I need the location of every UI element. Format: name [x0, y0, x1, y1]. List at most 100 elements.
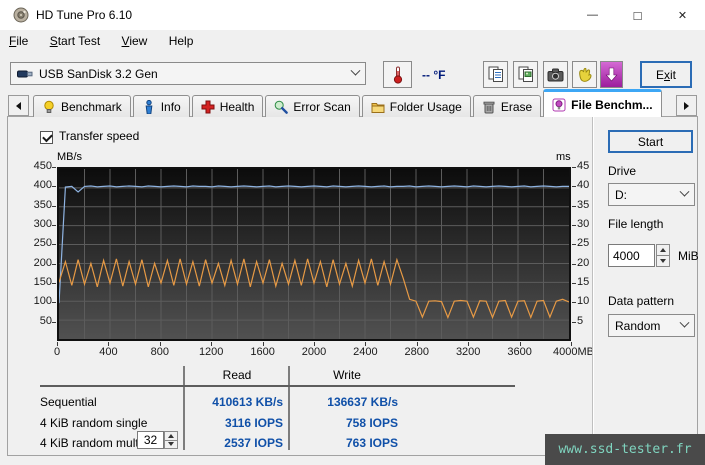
x-axis-label: 2800 [404, 346, 430, 358]
watermark: www.ssd-tester.fr [545, 434, 705, 465]
queue-depth-input[interactable] [137, 431, 164, 449]
y-tick [572, 205, 576, 207]
usb-drive-icon [17, 70, 33, 77]
x-axis-label: 800 [150, 346, 169, 358]
transfer-speed-label: Transfer speed [59, 129, 140, 143]
menu-bar: File Start Test View Help [0, 30, 705, 52]
y-axis-label-right: 20 [577, 256, 590, 269]
y-tick [572, 283, 576, 284]
maximize-button[interactable]: □ [615, 0, 660, 30]
y-axis-label-right: 25 [577, 237, 590, 250]
exit-button[interactable]: Exit [640, 61, 692, 88]
copy-text-button[interactable] [483, 61, 508, 88]
app-disk-icon [13, 7, 29, 23]
x-axis-label: 2400 [353, 346, 378, 358]
menu-view[interactable]: View [113, 30, 157, 52]
x-axis-label: 0 [53, 346, 61, 358]
file-length-stepper[interactable] [656, 244, 670, 267]
y-axis-label: 250 [33, 237, 52, 250]
y-tick [52, 244, 56, 246]
transfer-speed-checkbox[interactable] [40, 131, 53, 144]
device-selector[interactable]: USB SanDisk 3.2 Gen [10, 62, 366, 85]
tab-error-scan[interactable]: Error Scan [265, 95, 360, 117]
drive-selector[interactable]: D: [608, 183, 695, 206]
y-axis-label-right: 35 [577, 198, 590, 211]
health-cross-icon [201, 100, 215, 113]
random-single-write-value: 758 IOPS [345, 416, 398, 430]
maximize-icon: □ [633, 7, 642, 23]
tab-scroll-right-button[interactable] [676, 95, 697, 116]
menu-file[interactable]: File [0, 30, 37, 52]
chevron-down-icon [679, 186, 690, 197]
menu-help[interactable]: Help [160, 30, 203, 52]
y-axis-label: 400 [33, 179, 52, 192]
y-axis-unit-right: ms [556, 151, 571, 163]
minimize-button[interactable]: — [570, 0, 615, 30]
row-random-multi-label: 4 KiB random multi [40, 436, 142, 450]
row-random-single-label: 4 KiB random single [40, 416, 148, 430]
y-tick [52, 283, 56, 284]
download-button[interactable] [600, 61, 623, 88]
start-button[interactable]: Start [608, 130, 693, 153]
hand-icon [578, 67, 592, 82]
table-header-rule [40, 385, 515, 387]
stepper-down-icon[interactable] [656, 256, 670, 267]
tab-scroll-left-button[interactable] [8, 95, 29, 116]
copy-image-button[interactable] [513, 61, 538, 88]
sequential-write-value: 136637 KB/s [327, 395, 398, 409]
x-tick [57, 342, 58, 346]
x-tick [468, 342, 470, 346]
donate-button[interactable] [572, 61, 597, 88]
temperature-value: -- °F [422, 68, 446, 82]
y-tick [572, 263, 576, 265]
tab-health[interactable]: Health [191, 95, 264, 117]
transfer-speed-chart [57, 167, 571, 341]
bulb-purple-icon [552, 98, 566, 111]
y-tick [572, 167, 576, 168]
stepper-up-icon[interactable] [656, 244, 670, 256]
y-axis-label: 300 [33, 218, 52, 230]
x-tick [211, 342, 213, 346]
bulb-yellow-icon [44, 100, 54, 113]
x-axis-label: 2000 [301, 346, 327, 358]
tab-erase[interactable]: Erase [472, 95, 542, 117]
x-axis-label: 3200 [455, 346, 481, 358]
row-sequential-label: Sequential [40, 395, 97, 409]
y-tick [572, 225, 576, 226]
x-tick [159, 342, 161, 346]
random-single-read-value: 3116 IOPS [224, 416, 283, 430]
tab-file-benchmark[interactable]: File Benchm... [543, 89, 662, 117]
thermometer-icon [393, 66, 402, 84]
y-tick [52, 263, 56, 265]
tab-folder-usage[interactable]: Folder Usage [361, 95, 471, 117]
drive-selector-value: D: [615, 187, 627, 202]
y-axis-label-right: 15 [577, 276, 590, 288]
random-multi-write-value: 763 IOPS [345, 436, 398, 450]
copy-image-icon [518, 66, 533, 82]
tab-strip: Benchmark Info Health Error Scan Folder … [0, 88, 705, 117]
x-axis-label: 1200 [198, 346, 224, 358]
tab-benchmark[interactable]: Benchmark [33, 95, 131, 117]
screenshot-button[interactable] [543, 61, 568, 88]
data-pattern-selector[interactable]: Random [608, 314, 695, 337]
data-pattern-label: Data pattern [608, 294, 675, 308]
file-length-label: File length [608, 217, 664, 231]
random-multi-read-value: 2537 IOPS [224, 436, 283, 450]
window-title: HD Tune Pro 6.10 [36, 8, 133, 22]
magnifier-icon [275, 100, 289, 114]
panel-divider [592, 117, 593, 456]
folder-icon [371, 102, 385, 113]
tab-info[interactable]: Info [132, 95, 190, 117]
file-length-input[interactable] [608, 244, 655, 267]
menu-start-test[interactable]: Start Test [41, 30, 109, 52]
chevron-down-icon [679, 317, 690, 328]
close-button[interactable]: ✕ [660, 0, 705, 30]
temperature-button[interactable] [383, 61, 412, 88]
y-axis-label-right: 40 [577, 179, 590, 192]
y-tick [52, 321, 56, 323]
y-axis-label: 100 [33, 295, 52, 308]
title-bar: HD Tune Pro 6.10 — □ ✕ [0, 0, 705, 30]
y-axis-label: 200 [33, 256, 52, 269]
toolbar: USB SanDisk 3.2 Gen -- °F Exit [0, 52, 705, 92]
y-axis-label: 350 [33, 198, 52, 211]
